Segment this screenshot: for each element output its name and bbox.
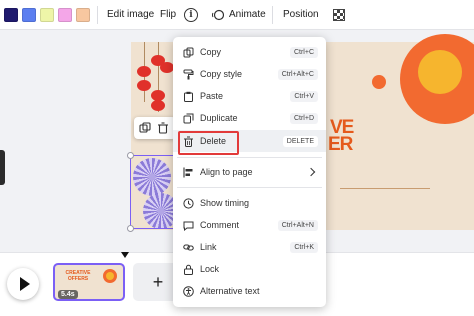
lantern-decoration — [160, 62, 174, 73]
lantern-decoration — [151, 100, 165, 111]
menu-shortcut: Ctrl+V — [290, 90, 318, 102]
align-icon — [183, 167, 193, 177]
menu-shortcut: Ctrl+K — [290, 241, 318, 253]
animate-icon[interactable] — [212, 9, 224, 21]
playhead-marker[interactable] — [121, 252, 129, 258]
menu-label: Paste — [200, 91, 224, 101]
menu-divider — [177, 187, 322, 188]
menu-label: Alternative text — [200, 286, 260, 296]
paint-roller-icon — [183, 69, 194, 79]
menu-divider — [177, 157, 322, 158]
side-panel-handle[interactable] — [0, 150, 5, 185]
sun-inner-graphic — [418, 50, 462, 94]
small-circle-graphic — [372, 75, 386, 89]
chevron-right-icon — [306, 167, 316, 177]
menu-label: Copy — [200, 47, 222, 57]
clipboard-icon — [184, 91, 193, 102]
info-icon[interactable]: i — [184, 8, 198, 22]
menu-label: Duplicate — [200, 113, 238, 123]
duration-badge: 5.4s — [58, 290, 78, 299]
lantern-decoration — [137, 80, 151, 91]
color-swatch-1[interactable] — [4, 8, 18, 22]
menu-item-show-timing[interactable]: Show timing — [173, 192, 326, 214]
edit-image-button[interactable]: Edit image — [107, 9, 154, 20]
delete-highlight-outline — [178, 131, 239, 155]
thumbnail-sun-inner — [106, 272, 114, 280]
play-icon — [19, 277, 30, 291]
element-mini-toolbar — [134, 117, 176, 139]
menu-label: Lock — [200, 264, 220, 274]
menu-item-lock[interactable]: Lock — [173, 258, 326, 280]
menu-item-align-to-page[interactable]: Align to page — [173, 161, 326, 183]
menu-shortcut: DELETE — [282, 135, 318, 147]
toolbar-divider — [97, 6, 98, 24]
duplicate-icon[interactable] — [139, 122, 151, 134]
menu-item-comment[interactable]: Comment Ctrl+Alt+N — [173, 214, 326, 236]
position-button[interactable]: Position — [283, 9, 319, 20]
menu-shortcut: Ctrl+D — [289, 112, 318, 124]
menu-item-copy[interactable]: Copy Ctrl+C — [173, 41, 326, 63]
copy-icon — [183, 47, 194, 57]
flip-button[interactable]: Flip — [160, 9, 176, 20]
resize-handle[interactable] — [127, 152, 134, 159]
color-swatch-3[interactable] — [40, 8, 54, 22]
menu-item-copy-style[interactable]: Copy style Ctrl+Alt+C — [173, 63, 326, 85]
menu-item-alternative-text[interactable]: Alternative text — [173, 280, 326, 302]
lock-icon — [184, 264, 193, 275]
menu-item-link[interactable]: Link Ctrl+K — [173, 236, 326, 258]
menu-label: Copy style — [200, 69, 243, 79]
menu-shortcut: Ctrl+Alt+C — [277, 68, 318, 80]
color-swatch-2[interactable] — [22, 8, 36, 22]
menu-item-duplicate[interactable]: Duplicate Ctrl+D — [173, 107, 326, 129]
menu-shortcut: Ctrl+Alt+N — [277, 219, 318, 231]
divider-line — [340, 188, 430, 189]
menu-label: Align to page — [200, 167, 253, 177]
menu-shortcut: Ctrl+C — [289, 46, 318, 58]
toolbar-divider — [272, 6, 273, 24]
color-swatch-5[interactable] — [76, 8, 90, 22]
duplicate-icon — [183, 113, 194, 123]
thumbnail-title: CREATIVE OFFERS — [65, 270, 91, 282]
checkerboard-icon[interactable] — [333, 9, 345, 21]
context-menu: Copy Ctrl+C Copy style Ctrl+Alt+C Paste … — [173, 37, 326, 307]
comment-icon — [183, 221, 194, 231]
clock-icon — [183, 197, 194, 209]
menu-item-paste[interactable]: Paste Ctrl+V — [173, 85, 326, 107]
resize-handle[interactable] — [127, 225, 134, 232]
color-swatch-4[interactable] — [58, 8, 72, 22]
menu-label: Comment — [200, 220, 240, 230]
page-thumbnail[interactable]: CREATIVE OFFERS 5.4s — [53, 263, 125, 301]
accessibility-icon — [183, 285, 194, 297]
menu-label: Show timing — [200, 198, 250, 208]
animate-button[interactable]: Animate — [229, 9, 266, 20]
menu-label: Link — [200, 242, 217, 252]
lantern-decoration — [137, 66, 151, 77]
play-button[interactable] — [7, 268, 39, 300]
trash-icon[interactable] — [157, 122, 169, 134]
link-icon — [183, 243, 194, 251]
headline-line-2[interactable]: ER — [328, 134, 353, 156]
